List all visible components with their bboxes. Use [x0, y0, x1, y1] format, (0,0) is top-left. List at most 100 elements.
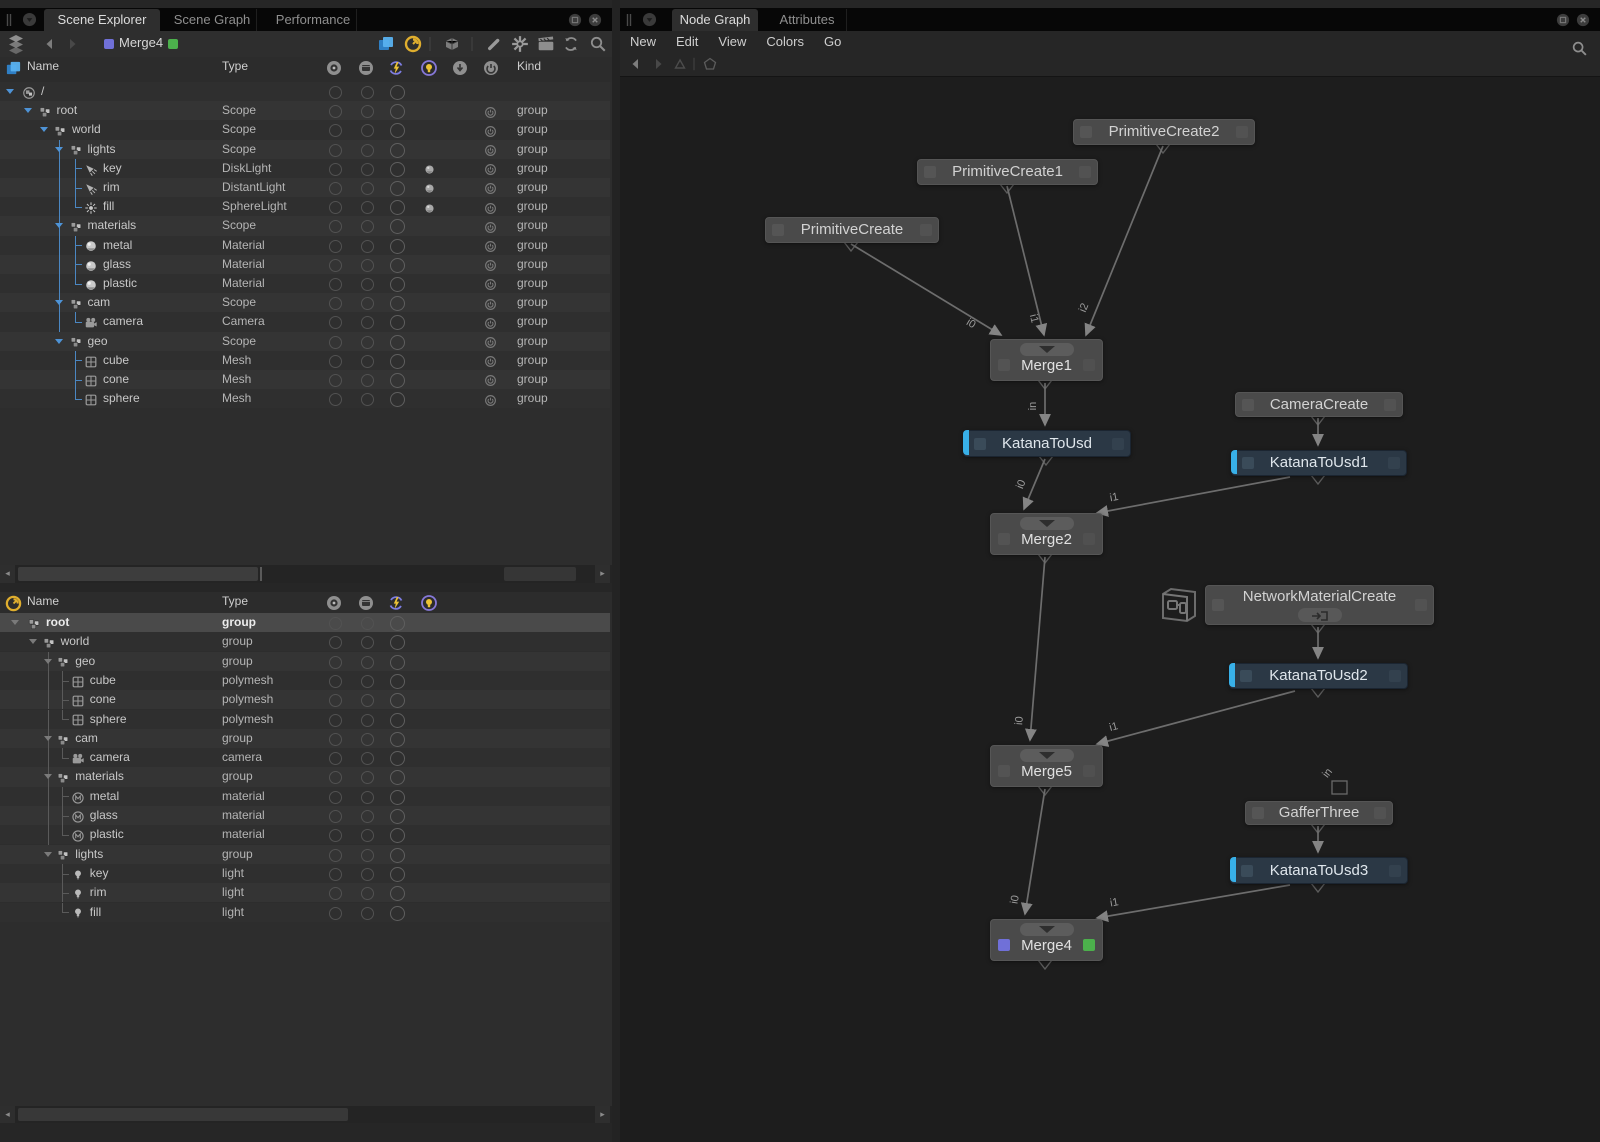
magnifier-icon[interactable] [1571, 40, 1588, 57]
tree-row-materials[interactable]: materialsScopegroup [0, 216, 610, 235]
tree-row-cam[interactable]: camScopegroup [0, 293, 610, 312]
visibility-toggle[interactable] [329, 636, 342, 649]
tree-row-cube[interactable]: cubeMeshgroup [0, 351, 610, 370]
tree-row-cone[interactable]: coneMeshgroup [0, 370, 610, 389]
nav-back-icon[interactable] [628, 56, 644, 72]
nav-forward-icon[interactable] [64, 36, 80, 52]
visibility-toggle[interactable] [329, 752, 342, 765]
render-toggle[interactable] [361, 636, 374, 649]
live-render-toggle[interactable] [390, 751, 405, 766]
visibility-toggle[interactable] [329, 124, 342, 137]
render-toggle[interactable] [361, 182, 374, 195]
expander-icon[interactable] [29, 639, 37, 644]
tree-row-cam[interactable]: camgroup [0, 729, 610, 748]
horizontal-scrollbar[interactable]: ◂ ▸ [0, 565, 612, 583]
live-render-toggle[interactable] [390, 655, 405, 670]
live-render-toggle[interactable] [390, 732, 405, 747]
kind-badge-icon[interactable] [484, 317, 497, 330]
live-render-toggle[interactable] [390, 239, 405, 254]
render-toggle[interactable] [361, 771, 374, 784]
live-render-toggle[interactable] [390, 867, 405, 882]
visibility-toggle[interactable] [329, 656, 342, 669]
live-render-toggle[interactable] [390, 200, 405, 215]
enter-group-badge[interactable] [1298, 608, 1342, 622]
tree-row-rim[interactable]: rimDistantLightgroup [0, 178, 610, 197]
visibility-toggle[interactable] [329, 336, 342, 349]
render-toggle[interactable] [361, 887, 374, 900]
scroll-right-button[interactable]: ▸ [595, 565, 610, 583]
graph-node-KatanaToUsd2[interactable]: KatanaToUsd2 [1229, 663, 1408, 689]
live-sync-icon[interactable] [388, 60, 404, 76]
tree-row-root[interactable]: rootScopegroup [0, 101, 610, 120]
close-icon[interactable] [588, 13, 602, 27]
render-toggle[interactable] [361, 714, 374, 727]
expander-icon[interactable] [44, 659, 52, 664]
visibility-toggle[interactable] [329, 694, 342, 707]
maximize-icon[interactable] [1556, 13, 1570, 27]
magnifier-icon[interactable] [589, 35, 607, 53]
render-toggle[interactable] [361, 105, 374, 118]
graph-node-GafferThree[interactable]: GafferThree [1245, 801, 1393, 825]
slate-icon[interactable] [537, 35, 555, 53]
visibility-toggle[interactable] [329, 278, 342, 291]
column-type[interactable]: Type [222, 592, 248, 613]
handle-icon[interactable] [5, 12, 13, 28]
live-render-toggle[interactable] [390, 674, 405, 689]
visibility-toggle[interactable] [329, 259, 342, 272]
expander-icon[interactable] [11, 620, 19, 625]
render-toggle[interactable] [361, 220, 374, 233]
gear-icon[interactable] [511, 35, 529, 53]
graph-node-Merge5[interactable]: Merge5 [990, 745, 1103, 787]
tree-row-key[interactable]: keyDiskLightgroup [0, 159, 610, 178]
visibility-toggle[interactable] [329, 355, 342, 368]
maximize-icon[interactable] [568, 13, 582, 27]
clapper-icon[interactable] [358, 60, 374, 76]
right-tab-node-graph[interactable]: Node Graph [672, 9, 758, 31]
menu-edit[interactable]: Edit [666, 31, 708, 52]
scroll-left-button[interactable]: ◂ [0, 565, 15, 583]
live-render-toggle[interactable] [390, 886, 405, 901]
render-toggle[interactable] [361, 675, 374, 688]
visibility-toggle[interactable] [329, 810, 342, 823]
kind-badge-icon[interactable] [484, 202, 497, 215]
expander-icon[interactable] [6, 89, 14, 94]
layers-icon[interactable] [6, 34, 26, 54]
live-render-toggle[interactable] [390, 85, 405, 100]
tree-row-world[interactable]: worldgroup [0, 632, 610, 651]
visibility-toggle[interactable] [329, 86, 342, 99]
tree-row-plastic[interactable]: plasticmaterial [0, 825, 610, 844]
render-toggle[interactable] [361, 810, 374, 823]
tree-row-materials[interactable]: materialsgroup [0, 767, 610, 786]
render-toggle[interactable] [361, 259, 374, 272]
menu-view[interactable]: View [708, 31, 756, 52]
visibility-toggle[interactable] [329, 220, 342, 233]
live-render-toggle[interactable] [390, 277, 405, 292]
graph-node-KatanaToUsd[interactable]: KatanaToUsd [963, 430, 1131, 457]
tree-row-lights[interactable]: lightsgroup [0, 845, 610, 864]
viewer-blue-icon[interactable] [377, 35, 395, 53]
visibility-toggle[interactable] [329, 240, 342, 253]
eye-icon[interactable] [326, 60, 342, 76]
kind-badge-icon[interactable] [484, 125, 497, 138]
render-toggle[interactable] [361, 201, 374, 214]
live-render-toggle[interactable] [390, 635, 405, 650]
live-render-toggle[interactable] [390, 354, 405, 369]
power-icon[interactable] [483, 60, 499, 76]
scrollbar-thumb[interactable] [18, 567, 258, 581]
render-toggle[interactable] [361, 316, 374, 329]
kind-badge-icon[interactable] [484, 221, 497, 234]
expander-icon[interactable] [55, 339, 63, 344]
render-toggle[interactable] [361, 849, 374, 862]
tree-row-key[interactable]: keylight [0, 864, 610, 883]
home-icon[interactable] [702, 56, 718, 72]
vertical-splitter[interactable] [612, 0, 620, 1142]
nav-back-icon[interactable] [42, 36, 58, 52]
pencil-icon[interactable] [485, 35, 503, 53]
expander-icon[interactable] [55, 147, 63, 152]
kind-badge-icon[interactable] [484, 336, 497, 349]
visibility-toggle[interactable] [329, 374, 342, 387]
live-render-toggle[interactable] [390, 296, 405, 311]
kind-badge-icon[interactable] [484, 298, 497, 311]
render-toggle[interactable] [361, 374, 374, 387]
render-toggle[interactable] [361, 355, 374, 368]
